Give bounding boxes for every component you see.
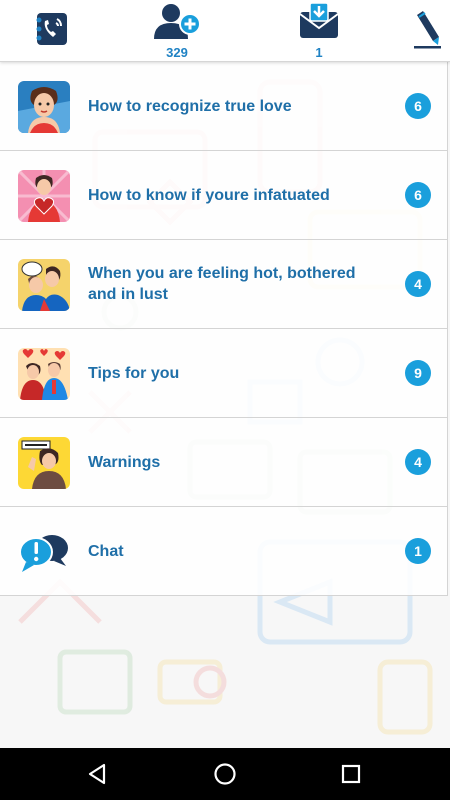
topic-list: How to recognize true love 6 How to know… — [0, 62, 450, 596]
woman-with-heart-icon — [18, 170, 70, 222]
envelope-download-icon — [298, 2, 340, 45]
couple-kissing-icon — [18, 259, 70, 311]
back-triangle-icon — [84, 763, 112, 792]
add-user-icon — [151, 2, 203, 45]
add-user-count: 329 — [166, 45, 188, 60]
list-item[interactable]: Tips for you 9 — [0, 329, 448, 418]
woman-thinking-icon — [18, 81, 70, 133]
recents-square-icon — [337, 764, 365, 792]
edit-button[interactable] — [410, 0, 444, 62]
phone-call-icon — [31, 9, 71, 54]
recents-button[interactable] — [337, 760, 365, 788]
chat-bubbles-icon — [18, 526, 70, 578]
list-item[interactable]: Warnings 4 — [0, 418, 448, 507]
home-circle-icon — [211, 763, 239, 792]
inbox-count: 1 — [315, 45, 323, 60]
count-badge: 1 — [405, 538, 431, 564]
list-item-label: When you are feeling hot, bothered and i… — [88, 265, 356, 303]
count-badge: 4 — [405, 271, 431, 297]
attention-woman-icon — [18, 437, 70, 489]
system-nav-bar — [0, 748, 450, 800]
top-bar: 329 1 — [0, 0, 450, 62]
add-user-button[interactable]: 329 — [150, 0, 204, 62]
back-button[interactable] — [84, 760, 112, 788]
call-button[interactable] — [28, 0, 74, 62]
count-badge: 6 — [405, 93, 431, 119]
count-badge: 4 — [405, 449, 431, 475]
list-item-label: Tips for you — [88, 364, 180, 382]
inbox-button[interactable]: 1 — [297, 0, 341, 62]
pencil-icon — [411, 9, 443, 54]
list-item[interactable]: How to recognize true love 6 — [0, 62, 448, 151]
list-item[interactable]: When you are feeling hot, bothered and i… — [0, 240, 448, 329]
couple-hearts-icon — [18, 348, 70, 400]
list-item-label: How to recognize true love — [88, 97, 292, 115]
list-item[interactable]: How to know if youre infatuated 6 — [0, 151, 448, 240]
count-badge: 9 — [405, 360, 431, 386]
home-button[interactable] — [211, 760, 239, 788]
list-item[interactable]: Chat 1 — [0, 507, 448, 596]
list-item-label: Chat — [88, 542, 124, 560]
list-item-label: How to know if youre infatuated — [88, 186, 330, 204]
list-item-label: Warnings — [88, 453, 161, 471]
count-badge: 6 — [405, 182, 431, 208]
